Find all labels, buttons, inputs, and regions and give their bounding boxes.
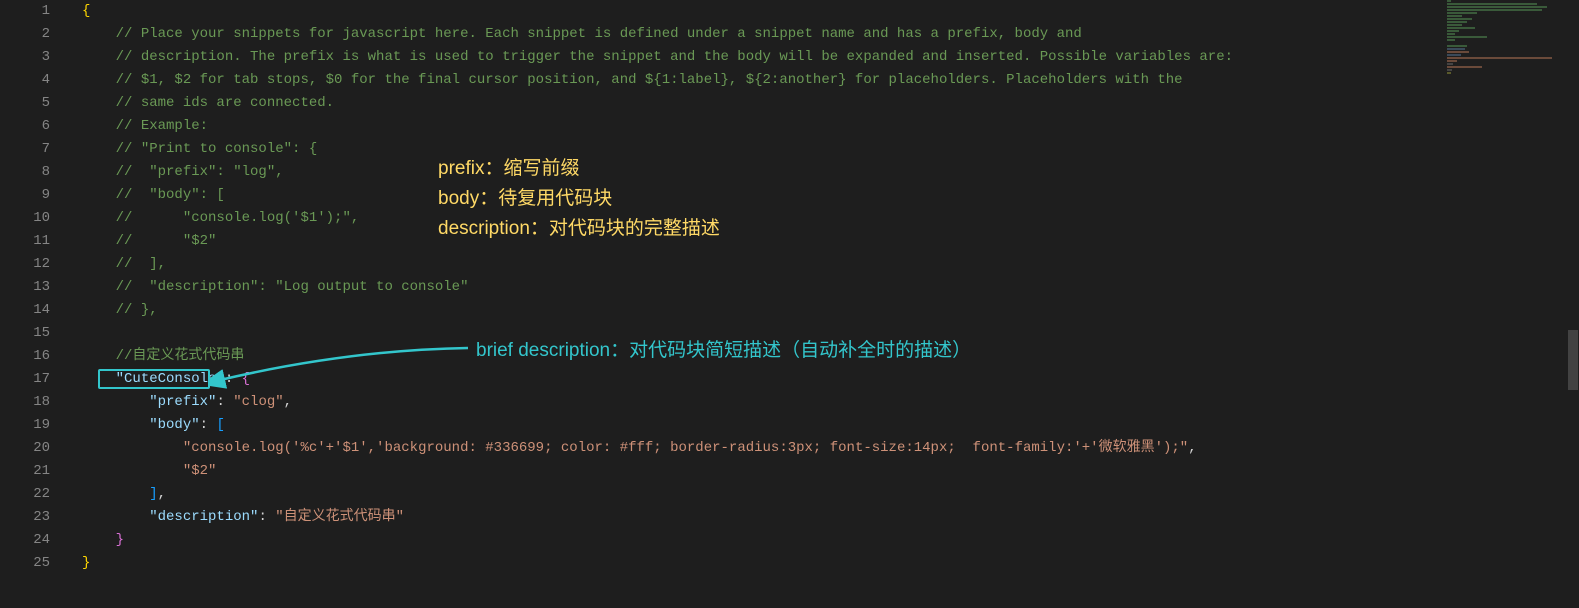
- line-number: 11: [0, 230, 50, 253]
- line-number: 4: [0, 69, 50, 92]
- line-number: 23: [0, 506, 50, 529]
- code-line: // "prefix": "log",: [82, 161, 1579, 184]
- line-number: 13: [0, 276, 50, 299]
- line-number: 22: [0, 483, 50, 506]
- line-number: 6: [0, 115, 50, 138]
- code-line: "description": "自定义花式代码串": [82, 506, 1579, 529]
- code-line: ],: [82, 483, 1579, 506]
- line-number: 16: [0, 345, 50, 368]
- code-line: // Example:: [82, 115, 1579, 138]
- code-line: "console.log('%c'+'$1','background: #336…: [82, 437, 1579, 460]
- line-number: 3: [0, 46, 50, 69]
- line-number: 9: [0, 184, 50, 207]
- code-line: // "console.log('$1');",: [82, 207, 1579, 230]
- line-number: 15: [0, 322, 50, 345]
- code-line: "$2": [82, 460, 1579, 483]
- line-number: 25: [0, 552, 50, 575]
- scrollbar-vertical[interactable]: [1565, 0, 1579, 608]
- code-line: // "Print to console": {: [82, 138, 1579, 161]
- code-line: {: [82, 0, 1579, 23]
- line-number: 24: [0, 529, 50, 552]
- code-line: }: [82, 552, 1579, 575]
- code-line: //自定义花式代码串: [82, 345, 1579, 368]
- line-number: 20: [0, 437, 50, 460]
- code-line: // ],: [82, 253, 1579, 276]
- code-line: // Place your snippets for javascript he…: [82, 23, 1579, 46]
- code-line: // "description": "Log output to console…: [82, 276, 1579, 299]
- code-line: "prefix": "clog",: [82, 391, 1579, 414]
- code-line: // $1, $2 for tab stops, $0 for the fina…: [82, 69, 1579, 92]
- line-number: 18: [0, 391, 50, 414]
- line-number-gutter: 1 2 3 4 5 6 7 8 9 10 11 12 13 14 15 16 1…: [0, 0, 68, 608]
- code-area[interactable]: { // Place your snippets for javascript …: [68, 0, 1579, 608]
- line-number: 19: [0, 414, 50, 437]
- code-line: }: [82, 529, 1579, 552]
- line-number: 10: [0, 207, 50, 230]
- code-line: // description. The prefix is what is us…: [82, 46, 1579, 69]
- code-line: // same ids are connected.: [82, 92, 1579, 115]
- line-number: 21: [0, 460, 50, 483]
- code-line: [82, 322, 1579, 345]
- editor-container: 1 2 3 4 5 6 7 8 9 10 11 12 13 14 15 16 1…: [0, 0, 1579, 608]
- code-line: // },: [82, 299, 1579, 322]
- line-number: 1: [0, 0, 50, 23]
- line-number: 5: [0, 92, 50, 115]
- line-number: 14: [0, 299, 50, 322]
- scrollbar-thumb[interactable]: [1568, 330, 1578, 390]
- code-line: "CuteConsole": {: [82, 368, 1579, 391]
- code-line: "body": [: [82, 414, 1579, 437]
- line-number: 7: [0, 138, 50, 161]
- code-line: // "body": [: [82, 184, 1579, 207]
- code-line: // "$2": [82, 230, 1579, 253]
- line-number: 17: [0, 368, 50, 391]
- line-number: 12: [0, 253, 50, 276]
- line-number: 2: [0, 23, 50, 46]
- line-number: 8: [0, 161, 50, 184]
- minimap[interactable]: [1445, 0, 1565, 608]
